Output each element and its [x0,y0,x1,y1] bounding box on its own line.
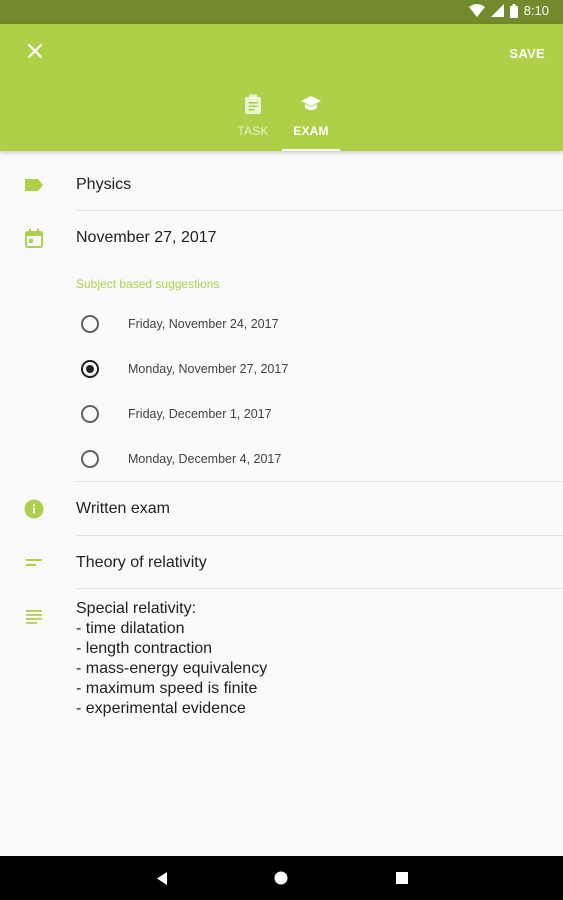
tab-bar: TASK EXAM [224,92,340,151]
divider [76,588,563,589]
clipboard-icon [244,94,262,114]
radio-button[interactable] [81,450,99,468]
topic-row[interactable]: Theory of relativity [0,541,563,585]
wifi-icon [468,4,485,17]
radio-button-checked[interactable] [81,360,99,378]
label-icon [24,175,44,195]
status-bar: 8:10 [0,0,563,24]
suggestion-label: Friday, November 24, 2017 [128,317,279,331]
close-icon [27,43,43,64]
tab-exam[interactable]: EXAM [282,92,340,151]
subject-row[interactable]: Physics [0,163,563,207]
exam-type-field[interactable]: Written exam [76,500,170,518]
status-time: 8:10 [523,3,549,18]
suggestion-option[interactable]: Monday, December 4, 2017 [0,437,563,482]
date-row[interactable]: November 27, 2017 [0,216,563,260]
save-button[interactable]: SAVE [509,46,545,61]
app-bar: SAVE TASK EXAM [0,24,563,151]
divider [76,210,563,211]
info-icon [24,499,44,519]
signal-icon [490,4,504,17]
suggestions-title: Subject based suggestions [76,277,220,291]
notes-field[interactable]: Special relativity: - time dilatation - … [76,599,267,719]
suggestion-label: Friday, December 1, 2017 [128,407,272,421]
radio-button[interactable] [81,315,99,333]
calendar-icon [24,228,44,248]
system-nav-bar [0,856,563,900]
suggestion-label: Monday, December 4, 2017 [128,452,282,466]
divider [76,481,563,482]
notes-icon [24,606,44,626]
back-icon[interactable] [154,870,170,886]
graduation-cap-icon [300,94,322,114]
recents-icon[interactable] [394,870,410,886]
divider [76,535,563,536]
tab-exam-label: EXAM [293,124,329,138]
subject-field[interactable]: Physics [76,176,131,194]
close-button[interactable] [22,40,48,66]
tab-task[interactable]: TASK [224,92,282,151]
suggestion-option[interactable]: Friday, November 24, 2017 [0,302,563,347]
exam-type-row[interactable]: Written exam [0,487,563,531]
suggestion-option[interactable]: Friday, December 1, 2017 [0,392,563,437]
status-icons: 8:10 [468,3,549,18]
topic-field[interactable]: Theory of relativity [76,554,207,572]
suggestion-option[interactable]: Monday, November 27, 2017 [0,347,563,392]
date-field[interactable]: November 27, 2017 [76,229,217,247]
short-text-icon [24,553,44,573]
suggestion-label: Monday, November 27, 2017 [128,362,289,376]
radio-button[interactable] [81,405,99,423]
battery-icon [509,3,518,18]
home-icon[interactable] [273,870,289,886]
tab-task-label: TASK [237,124,269,138]
